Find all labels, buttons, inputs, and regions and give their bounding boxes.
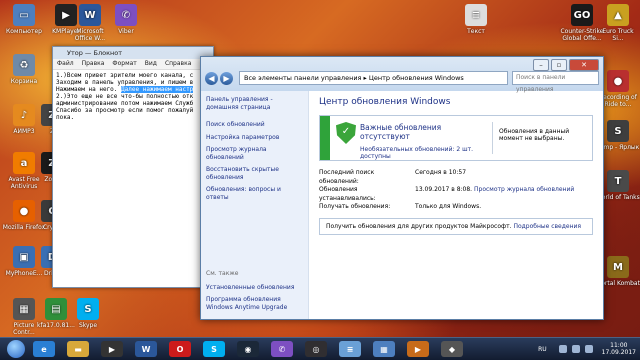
receive-label: Получать обновления: <box>319 203 391 210</box>
recycle-bin-icon: ♻ <box>13 54 35 76</box>
other-products-text: Получить обновления для других продуктов… <box>326 222 512 230</box>
windows-update-window[interactable]: – ▫ ✕ ◀ ▶ Все элементы панели управления… <box>200 56 604 320</box>
update-info: Последний поиск обновлений: Сегодня в 10:… <box>319 169 593 212</box>
text-line: пока. <box>56 114 75 121</box>
system-tray: RU 11:00 17.09.2017 <box>538 340 636 358</box>
clock-time: 11:00 <box>610 342 628 349</box>
game-icon[interactable]: ◆ <box>441 341 463 357</box>
world-of-tanks-icon: T <box>607 170 629 192</box>
word-taskbar-icon[interactable]: W <box>135 341 157 357</box>
selection-status: Обновления в данный момент не выбраны. <box>492 122 592 154</box>
volume-icon[interactable] <box>584 345 593 353</box>
ie-icon[interactable]: e <box>33 341 55 357</box>
media-icon[interactable]: ▶ <box>407 341 429 357</box>
notepad-menubar: Файл Правка Формат Вид Справка <box>53 59 213 70</box>
clock-date: 17.09.2017 <box>601 349 636 356</box>
desktop-icon-recycle-bin[interactable]: ♻ Корзина <box>2 54 46 85</box>
skype-taskbar-icon[interactable]: S <box>203 341 225 357</box>
desktop-icon-text-file[interactable]: ≡ Текст <box>454 4 498 35</box>
menu-format[interactable]: Формат <box>112 60 136 67</box>
page-title: Центр обновления Windows <box>319 97 451 107</box>
archive-icon: ▤ <box>45 298 67 320</box>
text-line: Спасибо за просмотр если помог пожалуй <box>56 107 194 114</box>
euro-truck-icon: ▲ <box>607 4 629 26</box>
sidebar: Панель управления - домашняя страница По… <box>201 91 309 319</box>
steam-icon[interactable]: ◉ <box>237 341 259 357</box>
anytime-upgrade-link[interactable]: Программа обновления Windows Anytime Upg… <box>206 296 306 311</box>
sidebar-restore-hidden[interactable]: Восстановить скрытые обновления <box>206 166 303 181</box>
status-title: Важные обновления отсутствуют <box>360 123 442 141</box>
sidebar-settings[interactable]: Настройка параметров <box>206 134 303 142</box>
tray-arrow-icon[interactable] <box>558 345 567 353</box>
menu-file[interactable]: Файл <box>57 60 74 67</box>
text-line: 1.)Всем привет зрители моего канала, с <box>56 72 194 79</box>
sidebar-check-updates[interactable]: Поиск обновлений <box>206 121 303 129</box>
text-line: администрирование потом нажимаем Служб <box>56 100 194 107</box>
notepad-taskbar-icon[interactable]: ≡ <box>339 341 361 357</box>
menu-view[interactable]: Вид <box>145 60 157 67</box>
computer-icon: ▭ <box>13 4 35 26</box>
optional-updates-link[interactable]: Необязательных обновлений: 2 шт. доступн… <box>360 146 492 160</box>
update-status-panel: ✓ Важные обновления отсутствуют Необязат… <box>319 115 593 161</box>
status-stripe <box>320 116 330 160</box>
desktop-icon-viber[interactable]: ✆ Viber <box>104 4 148 35</box>
navigation-bar: ◀ ▶ Все элементы панели управления ▸ Цен… <box>205 70 599 93</box>
sidebar-history[interactable]: Просмотр журнала обновлений <box>206 146 303 161</box>
main-content: Центр обновления Windows ✓ Важные обновл… <box>319 91 593 319</box>
taskbar: e ▬ ▶ W O S ◉ ✆ ◎ ≡ ▦ ▶ ◆ RU 11:00 17.09… <box>0 337 640 360</box>
start-button[interactable] <box>7 340 25 358</box>
forward-icon[interactable]: ▶ <box>220 71 233 85</box>
control-panel-taskbar-icon[interactable]: ▦ <box>373 341 395 357</box>
language-indicator[interactable]: RU <box>538 346 547 353</box>
details-link[interactable]: Подробные сведения <box>513 223 581 230</box>
picture-control-icon: ▦ <box>13 298 35 320</box>
back-icon[interactable]: ◀ <box>205 71 218 85</box>
desktop-icon-euro-truck[interactable]: ▲ Euro Truck Si... <box>596 4 640 42</box>
clock[interactable]: 11:00 17.09.2017 <box>602 342 636 356</box>
csgo-icon: GO <box>571 4 593 26</box>
menu-help[interactable]: Справка <box>165 60 191 67</box>
receive-value: Только для Windows. <box>415 203 482 210</box>
text-line: Нажимаем на него. Далее нажимаем настр <box>56 86 194 93</box>
notepad-title: Утор — Блокнот <box>53 47 213 59</box>
last-check-value: Сегодня в 10:57 <box>415 169 467 176</box>
viber-taskbar-icon[interactable]: ✆ <box>271 341 293 357</box>
notepad-window[interactable]: Утор — Блокнот Файл Правка Формат Вид Справк… <box>52 46 214 288</box>
search-input[interactable]: Поиск в панели управления <box>512 71 599 93</box>
history-link[interactable]: Просмотр журнала обновлений <box>474 186 574 203</box>
skype-icon: S <box>77 298 99 320</box>
taskbar-apps: e ▬ ▶ W O S ◉ ✆ ◎ ≡ ▦ ▶ ◆ <box>33 341 475 357</box>
opera-icon[interactable]: O <box>169 341 191 357</box>
shield-check-icon: ✓ <box>336 122 356 144</box>
sidebar-faq[interactable]: Обновления: вопросы и ответы <box>206 186 303 201</box>
network-icon[interactable] <box>571 345 580 353</box>
text-line: 2.)Это еще не все что-бы полностью отк <box>56 93 194 100</box>
see-also-label: См. также <box>206 270 239 277</box>
installed-updates-link[interactable]: Установленные обновления <box>206 284 294 292</box>
window-chrome: – ▫ ✕ ◀ ▶ Все элементы панели управления… <box>201 57 603 93</box>
text-line: Заходим в панель управления, и пишем в <box>56 79 194 86</box>
address-bar[interactable]: Все элементы панели управления ▸ Центр о… <box>239 71 508 85</box>
other-products-box: Получить обновления для других продуктов… <box>319 217 593 235</box>
folder-icon[interactable]: ▬ <box>67 341 89 357</box>
desktop-icon-skype[interactable]: S Skype <box>66 298 110 329</box>
desktop-icon-computer[interactable]: ▭ Компьютер <box>2 4 46 35</box>
notepad-text-area[interactable]: 1.)Всем привет зрители моего канала, с За… <box>53 70 213 123</box>
obs-icon[interactable]: ◎ <box>305 341 327 357</box>
selected-text: Далее нажимаем настр <box>121 86 194 93</box>
mortal-kombat-icon: M <box>607 256 629 278</box>
word-icon: W <box>79 4 101 26</box>
last-check-label: Последний поиск обновлений: <box>319 169 375 185</box>
samp-icon: S <box>607 120 629 142</box>
sidebar-home-link[interactable]: Панель управления - домашняя страница <box>206 96 303 111</box>
installed-label: Обновления устанавливались: <box>319 186 376 202</box>
text-file-icon: ≡ <box>465 4 487 26</box>
kmplayer-taskbar-icon[interactable]: ▶ <box>101 341 123 357</box>
installed-value: 13.09.2017 в 8:08. <box>415 186 473 193</box>
recording-icon: ● <box>607 70 629 92</box>
menu-edit[interactable]: Правка <box>82 60 105 67</box>
viber-icon: ✆ <box>115 4 137 26</box>
